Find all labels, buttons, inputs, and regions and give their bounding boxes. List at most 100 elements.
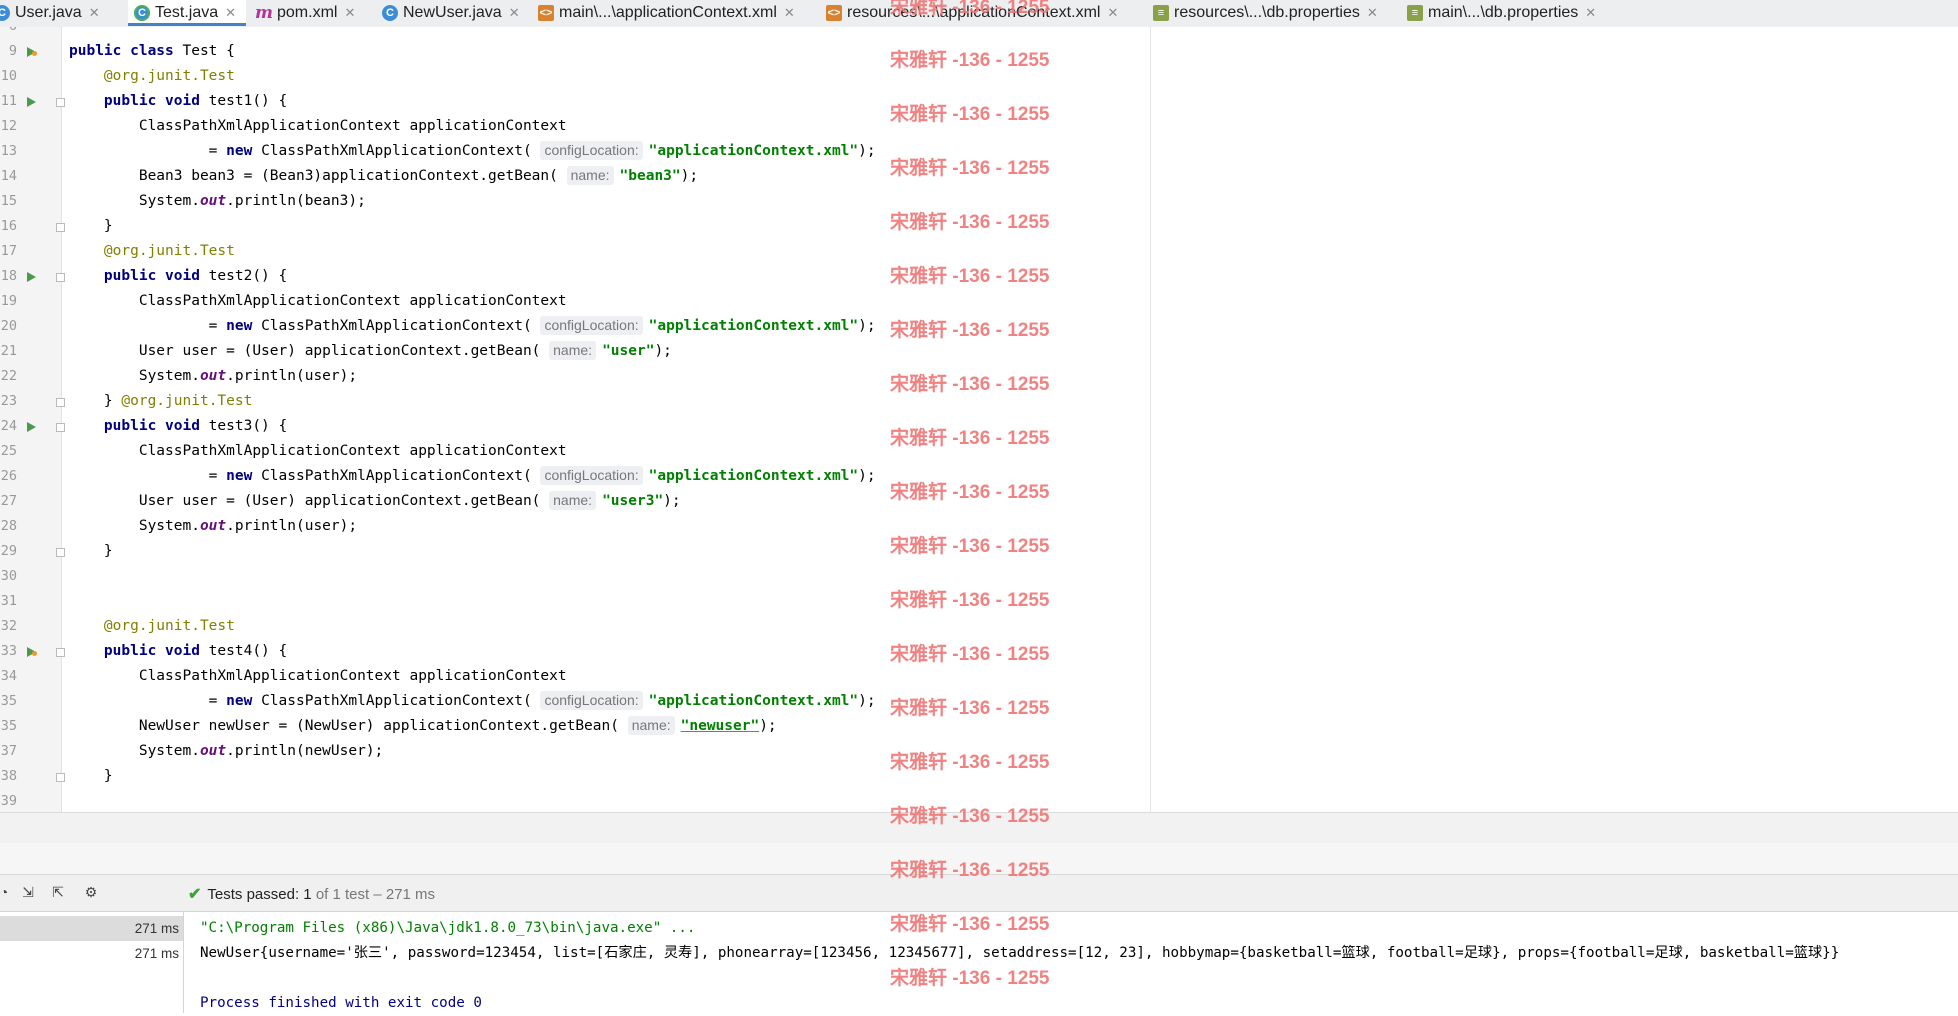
tab-2[interactable]: m pom.xml ✕ <box>250 0 365 26</box>
test-tree-row[interactable]: 271 ms <box>0 916 183 941</box>
tab-4[interactable]: <> main\...\applicationContext.xml ✕ <box>532 0 805 26</box>
watermark-text: 宋雅轩 -136 - 1255 <box>890 320 1050 341</box>
run-test-icon[interactable] <box>27 422 36 432</box>
import-tests-icon[interactable]: ⇲ <box>20 884 36 900</box>
fold-icon[interactable] <box>56 548 65 557</box>
code-line[interactable]: 19 ClassPathXmlApplicationContext applic… <box>0 289 1958 314</box>
tab-1[interactable]: C Test.java ✕ <box>128 0 247 26</box>
tab-3[interactable]: C NewUser.java ✕ <box>376 0 530 26</box>
code-text: public void test2() { <box>103 268 288 284</box>
xml-file-icon: <> <box>826 5 842 21</box>
watermark-text: 宋雅轩 -136 - 1255 <box>890 536 1050 557</box>
close-icon[interactable]: ✕ <box>225 5 236 21</box>
fold-icon[interactable] <box>56 398 65 407</box>
code-text: @org.junit.Test <box>103 618 235 634</box>
rerun-icon[interactable] <box>27 647 37 657</box>
line-number: 13 <box>0 143 17 159</box>
code-text: ClassPathXmlApplicationContext applicati… <box>69 293 567 309</box>
run-test-icon[interactable] <box>27 272 36 282</box>
watermark-text: 宋雅轩 -136 - 1255 <box>890 482 1050 503</box>
line-number: 9 <box>8 43 17 59</box>
code-text: System.out.println(user); <box>69 518 358 534</box>
line-number: 30 <box>0 568 17 584</box>
tab-0[interactable]: C User.java ✕ <box>0 0 110 26</box>
line-number: 20 <box>0 318 17 334</box>
close-icon[interactable]: ✕ <box>1585 5 1596 21</box>
test-results-tree[interactable]: 271 ms 271 ms <box>0 912 184 1013</box>
sort-icon[interactable]: ◔ <box>0 884 12 900</box>
run-test-icon[interactable] <box>27 97 36 107</box>
line-number: 37 <box>0 743 17 759</box>
line-number: 22 <box>0 368 17 384</box>
line-number: 35 <box>0 718 17 734</box>
watermark-text: 宋雅轩 -136 - 1255 <box>890 50 1050 71</box>
code-line[interactable]: 21 User user = (User) applicationContext… <box>0 339 1958 364</box>
gear-icon[interactable]: ⚙ <box>83 884 99 900</box>
tab-label: User.java <box>15 4 82 21</box>
code-text: = new ClassPathXmlApplicationContext( co… <box>69 141 876 160</box>
code-text: = new ClassPathXmlApplicationContext( co… <box>69 466 876 485</box>
watermark-text: 宋雅轩 -136 - 1255 <box>890 806 1050 827</box>
code-line[interactable]: 32 @org.junit.Test <box>0 614 1958 639</box>
watermark-text: 宋雅轩 -136 - 1255 <box>890 266 1050 287</box>
close-icon[interactable]: ✕ <box>509 5 520 21</box>
tab-label: Test.java <box>155 4 219 21</box>
code-text: NewUser newUser = (NewUser) applicationC… <box>69 716 777 735</box>
code-text: ClassPathXmlApplicationContext applicati… <box>69 443 567 459</box>
line-number: 27 <box>0 493 17 509</box>
code-line[interactable]: 6 <box>0 27 1958 39</box>
test-tree-row[interactable]: 271 ms <box>0 941 183 966</box>
code-text: } <box>69 768 113 784</box>
fold-icon[interactable] <box>56 98 65 107</box>
fold-icon[interactable] <box>56 223 65 232</box>
line-number: 26 <box>0 468 17 484</box>
console-command-line: "C:\Program Files (x86)\Java\jdk1.8.0_73… <box>200 920 696 936</box>
fold-icon[interactable] <box>56 648 65 657</box>
test-status: ✔ Tests passed: 1 of 1 test – 271 ms <box>188 884 435 904</box>
watermark-text: 宋雅轩 -136 - 1255 <box>890 752 1050 773</box>
line-number: 17 <box>0 243 17 259</box>
fold-icon[interactable] <box>56 273 65 282</box>
close-icon[interactable]: ✕ <box>784 5 795 21</box>
watermark-text: 宋雅轩 -136 - 1255 <box>890 914 1050 935</box>
code-text: public void test1() { <box>103 93 288 109</box>
close-icon[interactable]: ✕ <box>344 5 355 21</box>
tab-label: pom.xml <box>277 4 338 21</box>
line-number: 32 <box>0 618 17 634</box>
line-number: 12 <box>0 118 17 134</box>
line-number: 25 <box>0 443 17 459</box>
watermark-text: 宋雅轩 -136 - 1255 <box>890 374 1050 395</box>
close-icon[interactable]: ✕ <box>1107 5 1118 21</box>
code-text: User user = (User) applicationContext.ge… <box>69 341 672 360</box>
properties-file-icon: ≡ <box>1153 5 1169 21</box>
tab-label: main\...\applicationContext.xml <box>559 4 777 21</box>
line-number: 21 <box>0 343 17 359</box>
close-icon[interactable]: ✕ <box>89 5 100 21</box>
close-icon[interactable]: ✕ <box>1367 5 1378 21</box>
tab-6[interactable]: ≡ resources\...\db.properties ✕ <box>1147 0 1388 26</box>
export-tests-icon[interactable]: ⇱ <box>50 884 66 900</box>
rerun-icon[interactable] <box>27 47 37 57</box>
code-text: = new ClassPathXmlApplicationContext( co… <box>69 316 876 335</box>
line-number: 24 <box>0 418 17 434</box>
code-line[interactable]: 34 ClassPathXmlApplicationContext applic… <box>0 664 1958 689</box>
java-class-icon: C <box>0 5 10 21</box>
line-number: 10 <box>0 68 17 84</box>
line-number: 6 <box>0 27 17 39</box>
line-number: 39 <box>0 793 17 809</box>
code-text: } <box>69 218 113 234</box>
code-text: public class Test { <box>69 43 235 59</box>
status-label: Tests passed: <box>207 885 300 903</box>
code-text: User user = (User) applicationContext.ge… <box>69 491 681 510</box>
maven-icon: m <box>255 3 273 23</box>
fold-icon[interactable] <box>56 423 65 432</box>
line-number: 34 <box>0 668 17 684</box>
tab-label: main\...\db.properties <box>1428 4 1579 21</box>
fold-icon[interactable] <box>56 773 65 782</box>
line-number: 11 <box>0 93 17 109</box>
watermark-text: 宋雅轩 -136 - 1255 <box>890 644 1050 665</box>
tab-7[interactable]: ≡ main\...\db.properties ✕ <box>1401 0 1606 26</box>
console-output[interactable]: "C:\Program Files (x86)\Java\jdk1.8.0_73… <box>184 912 1958 1013</box>
test-class-icon: C <box>134 5 150 21</box>
line-number: 18 <box>0 268 17 284</box>
